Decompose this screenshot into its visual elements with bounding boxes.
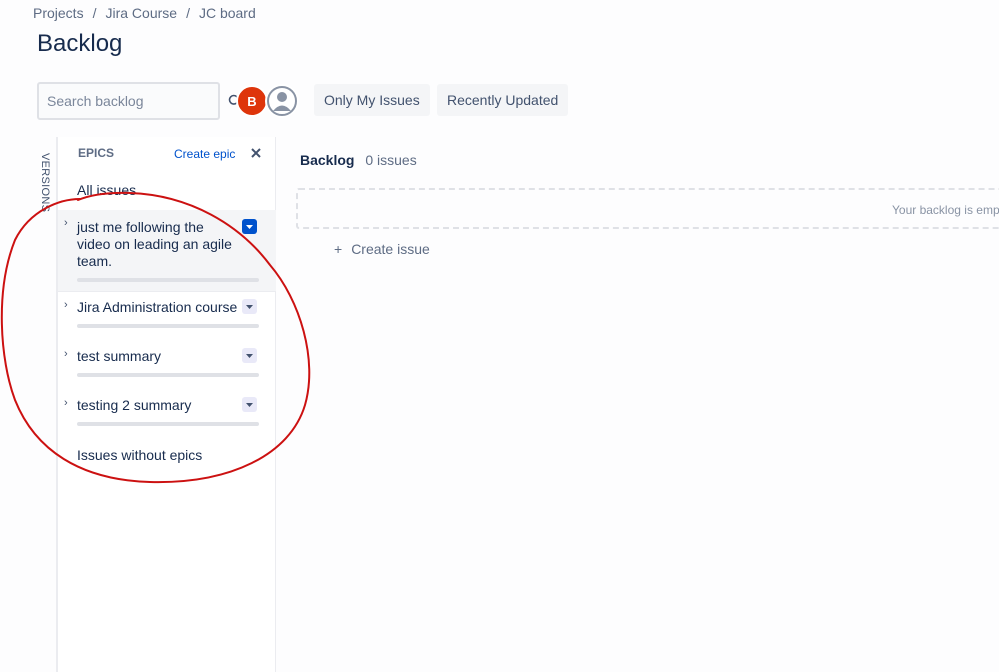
chevron-right-icon[interactable]: ›: [64, 299, 68, 311]
epic-item[interactable]: › test summary: [58, 348, 276, 380]
chevron-down-icon[interactable]: [242, 299, 257, 314]
chevron-right-icon[interactable]: ›: [64, 217, 68, 229]
chevron-down-icon[interactable]: [242, 348, 257, 363]
epic-name: Jira Administration course: [77, 299, 238, 315]
avatar[interactable]: B: [236, 85, 268, 117]
breadcrumb-projects[interactable]: Projects: [33, 5, 84, 21]
create-issue-label: Create issue: [351, 241, 430, 257]
versions-tab[interactable]: VERSIONS: [37, 137, 57, 672]
breadcrumb-jira-course[interactable]: Jira Course: [105, 5, 177, 21]
backlog-empty-dropzone[interactable]: Your backlog is empt: [296, 188, 999, 229]
epic-item[interactable]: › Jira Administration course: [58, 299, 276, 331]
plus-icon: +: [334, 241, 343, 257]
epics-panel: EPICS Create epic All issues › just me f…: [57, 137, 276, 672]
epic-progress-bar: [77, 278, 259, 282]
chevron-right-icon[interactable]: ›: [64, 348, 68, 360]
empty-backlog-message: Your backlog is empt: [892, 203, 999, 217]
epic-item[interactable]: › just me following the video on leading…: [58, 210, 276, 291]
avatar-initial: B: [247, 93, 257, 109]
breadcrumb-separator: /: [186, 5, 190, 21]
backlog-header: Backlog 0 issues: [300, 152, 417, 168]
breadcrumb: Projects / Jira Course / JC board: [33, 5, 256, 21]
epics-panel-title: EPICS: [78, 146, 115, 160]
breadcrumb-separator: /: [92, 5, 97, 21]
search-box[interactable]: [37, 82, 242, 120]
all-issues-filter[interactable]: All issues: [77, 182, 136, 198]
epic-name: test summary: [77, 348, 162, 364]
recently-updated-button[interactable]: Recently Updated: [437, 84, 569, 116]
divider: [58, 291, 276, 292]
epic-progress-bar: [77, 422, 259, 426]
epic-progress-bar: [77, 324, 259, 328]
only-my-issues-button[interactable]: Only My Issues: [314, 84, 430, 116]
chevron-down-icon[interactable]: [242, 219, 257, 234]
epic-name: just me following the video on leading a…: [77, 219, 232, 269]
create-issue-button[interactable]: + Create issue: [334, 241, 430, 257]
backlog-issue-count: 0 issues: [365, 152, 417, 168]
breadcrumb-jc-board[interactable]: JC board: [199, 5, 256, 21]
epic-progress-bar: [77, 373, 259, 377]
search-input[interactable]: [47, 93, 228, 109]
versions-tab-label: VERSIONS: [39, 153, 51, 213]
close-icon[interactable]: [250, 146, 264, 160]
chevron-right-icon[interactable]: ›: [64, 397, 68, 409]
chevron-down-icon[interactable]: [242, 397, 257, 412]
epic-name: testing 2 summary: [77, 397, 192, 413]
epic-item[interactable]: › testing 2 summary: [58, 397, 276, 429]
issues-without-epics-filter[interactable]: Issues without epics: [77, 447, 202, 463]
create-epic-link[interactable]: Create epic: [174, 147, 235, 161]
user-avatar-icon[interactable]: [265, 84, 299, 118]
backlog-title: Backlog: [300, 152, 355, 168]
page-title: Backlog: [37, 30, 123, 57]
